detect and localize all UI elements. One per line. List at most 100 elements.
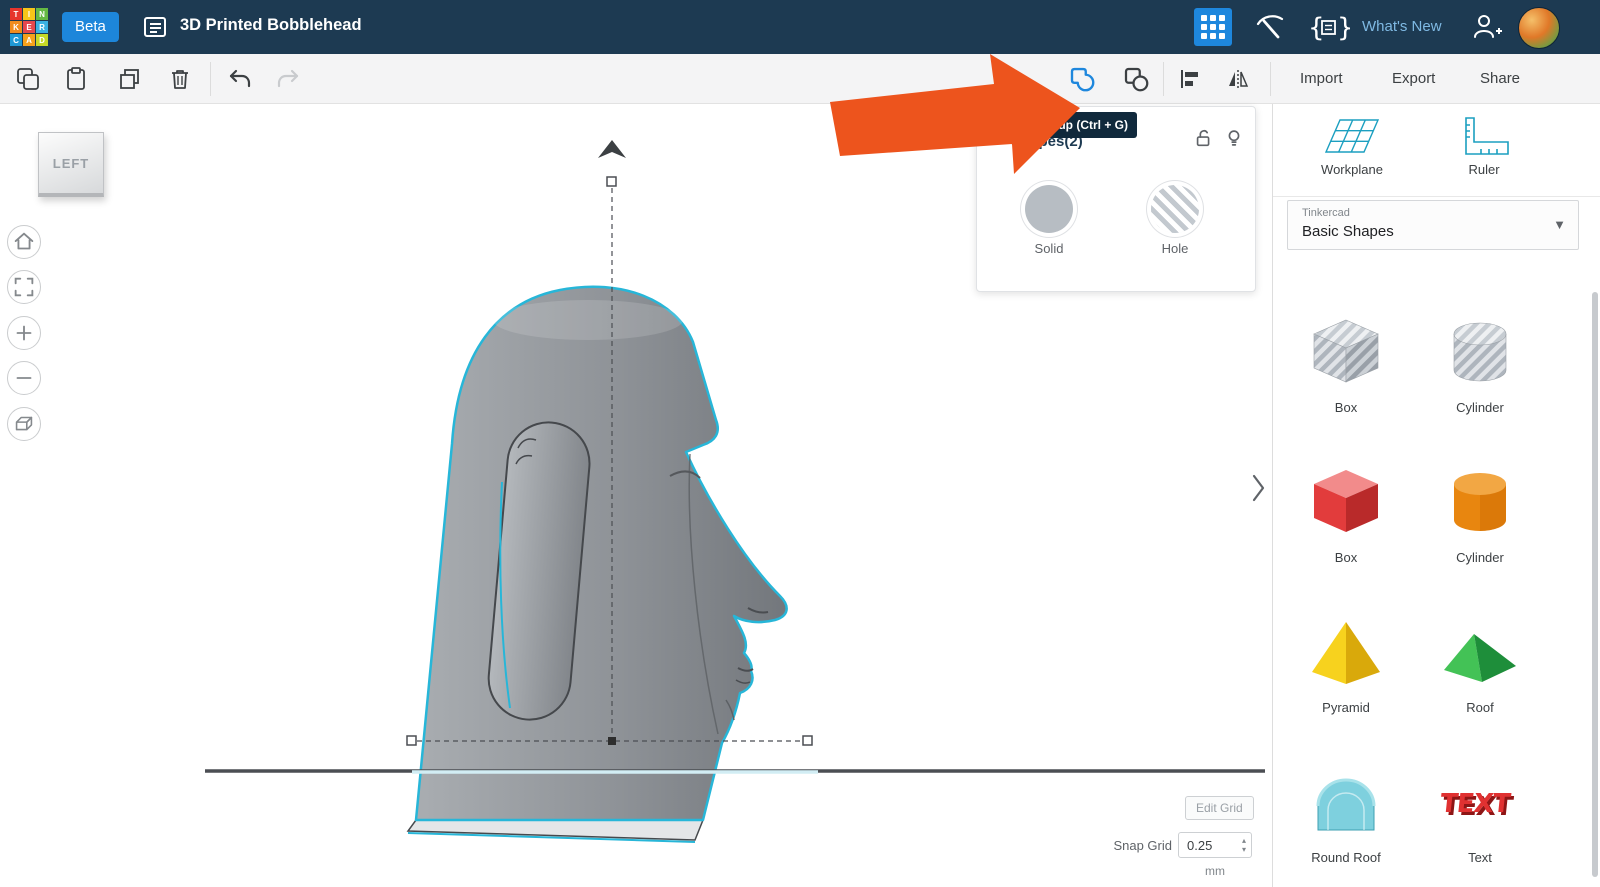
shape-label: Cylinder: [1456, 400, 1504, 415]
trash-icon: [172, 70, 188, 89]
roof-icon: [1444, 634, 1516, 682]
svg-text:}: }: [1337, 13, 1350, 43]
workplane-tool[interactable]: Workplane: [1287, 114, 1417, 177]
snap-grid-value: 0.25: [1187, 838, 1213, 853]
mirror-icon: [1229, 70, 1249, 88]
chevron-down-icon: ▼: [1553, 217, 1566, 232]
box-striped-icon: [1313, 319, 1379, 383]
ruler-icon: [1465, 117, 1509, 155]
snap-grid-unit: mm: [1205, 864, 1225, 878]
snap-grid-label: Snap Grid: [1113, 838, 1172, 853]
ungroup-button[interactable]: [1118, 61, 1154, 97]
tinkercad-app: T I N K E R C A D Beta 3D Printed Bobble…: [0, 0, 1600, 887]
apps-grid-icon[interactable]: [1194, 8, 1232, 46]
workplane-icon: [1324, 119, 1380, 153]
logo-cell: D: [36, 34, 48, 46]
share-button[interactable]: Share: [1466, 61, 1534, 97]
snap-grid-spinner[interactable]: ▴ ▾: [1242, 836, 1246, 854]
whats-new-link[interactable]: What's New: [1362, 18, 1442, 35]
logo-cell: K: [10, 21, 22, 33]
tools-icon[interactable]: [1254, 11, 1286, 43]
solid-swatch[interactable]: [1025, 185, 1073, 233]
ruler-label: Ruler: [1468, 162, 1500, 177]
ungroup-icon: [1124, 67, 1149, 92]
logo-cell: T: [10, 8, 22, 20]
shape-item-text[interactable]: TEXT TEXT Text: [1413, 744, 1547, 887]
hole-label: Hole: [1161, 241, 1189, 256]
unlock-icon[interactable]: [1193, 127, 1215, 149]
shape-item-box[interactable]: Box: [1279, 444, 1413, 594]
duplicate-button[interactable]: [112, 61, 148, 97]
copy-icon: [17, 68, 39, 90]
export-button[interactable]: Export: [1378, 61, 1449, 97]
shape-label: Box: [1334, 550, 1358, 565]
group-icon: [1070, 67, 1095, 92]
toolbar-separator: [210, 62, 211, 96]
rotate-handle[interactable]: [598, 140, 626, 158]
shape-item-cylinder-hole[interactable]: Cylinder: [1413, 294, 1547, 444]
logo-cell: A: [23, 34, 35, 46]
cylinder-striped-icon: [1453, 322, 1507, 382]
edit-grid-button[interactable]: Edit Grid: [1185, 796, 1254, 820]
shape-label: Cylinder: [1456, 550, 1504, 565]
redo-button[interactable]: [270, 61, 306, 97]
midpoint-handle[interactable]: [608, 737, 616, 745]
align-icon: [1181, 70, 1198, 88]
helper-tools-row: Workplane Ruler: [1273, 104, 1600, 197]
logo-cell: R: [36, 21, 48, 33]
hole-swatch[interactable]: [1151, 185, 1199, 233]
shape-label: Round Roof: [1311, 850, 1381, 865]
logo-cell: N: [36, 8, 48, 20]
toolbar-separator: [1270, 62, 1271, 96]
avatar[interactable]: [1518, 7, 1560, 49]
shape-item-round-roof[interactable]: Round Roof: [1279, 744, 1413, 887]
group-button[interactable]: [1064, 61, 1100, 97]
mirror-button[interactable]: [1220, 61, 1256, 97]
group-tooltip: Group (Ctrl + G): [1028, 112, 1137, 138]
shape-item-pyramid[interactable]: Pyramid: [1279, 594, 1413, 744]
ruler-tool[interactable]: Ruler: [1419, 114, 1549, 177]
round-roof-icon: [1316, 778, 1376, 831]
tinkercad-logo[interactable]: T I N K E R C A D: [10, 8, 48, 46]
undo-button[interactable]: [222, 61, 258, 97]
corner-handle-left[interactable]: [406, 735, 417, 746]
toolbar-separator: [1163, 62, 1164, 96]
library-brand: Tinkercad: [1302, 207, 1350, 219]
paste-button[interactable]: [58, 61, 94, 97]
shapes-panel: Workplane Ruler Tinkercad Basic Shapes ▼: [1272, 104, 1600, 887]
logo-cell: E: [23, 21, 35, 33]
undo-icon: [229, 69, 251, 88]
duplicate-icon: [120, 69, 139, 89]
beta-badge[interactable]: Beta: [62, 12, 119, 42]
shape-item-box-hole[interactable]: Box: [1279, 294, 1413, 444]
panel-scrollbar[interactable]: [1592, 292, 1598, 877]
panel-collapse-icon[interactable]: [1246, 468, 1270, 508]
shape-library-select[interactable]: Tinkercad Basic Shapes ▼: [1287, 200, 1579, 250]
document-title[interactable]: 3D Printed Bobblehead: [180, 16, 362, 35]
shape-grid: Box Cylinder Box Cylinder Pyramid Roof R…: [1279, 294, 1547, 887]
logo-cell: C: [10, 34, 22, 46]
snap-grid-select[interactable]: 0.25 ▴ ▾: [1178, 832, 1252, 858]
svg-text:TEXT: TEXT: [1439, 789, 1513, 819]
shape-label: Box: [1334, 400, 1358, 415]
redo-icon: [277, 69, 299, 88]
shape-item-cylinder[interactable]: Cylinder: [1413, 444, 1547, 594]
logo-cell: I: [23, 8, 35, 20]
copy-button[interactable]: [10, 61, 46, 97]
add-user-icon[interactable]: [1470, 11, 1504, 43]
height-handle[interactable]: [606, 176, 617, 187]
design-properties-icon[interactable]: [142, 14, 168, 40]
shape-item-roof[interactable]: Roof: [1413, 594, 1547, 744]
align-button[interactable]: [1172, 61, 1208, 97]
show-hide-icon[interactable]: [1223, 127, 1245, 149]
app-header: T I N K E R C A D Beta 3D Printed Bobble…: [0, 0, 1600, 54]
text-shape-icon: TEXT TEXT: [1439, 789, 1515, 822]
import-button[interactable]: Import: [1286, 61, 1357, 97]
delete-button[interactable]: [162, 61, 198, 97]
codeblocks-icon[interactable]: { }: [1306, 11, 1350, 43]
library-name: Basic Shapes: [1302, 223, 1394, 240]
shape-label: Roof: [1466, 700, 1494, 715]
corner-handle-right[interactable]: [802, 735, 813, 746]
workplane-label: Workplane: [1321, 162, 1383, 177]
pyramid-icon: [1312, 622, 1380, 684]
